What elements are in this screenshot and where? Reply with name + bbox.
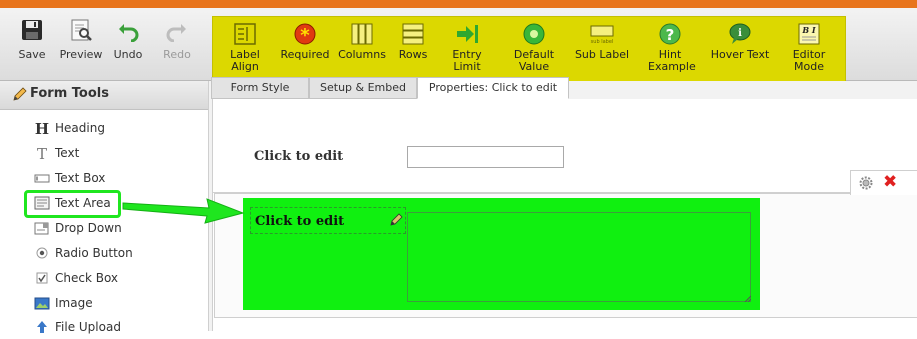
- default-value-label: Default Value: [513, 48, 555, 73]
- svg-text:?: ?: [666, 26, 675, 44]
- hover-text-label: Hover Text: [710, 48, 770, 61]
- textbox-icon: [34, 174, 50, 183]
- editor-mode-label: Editor Mode: [792, 48, 826, 73]
- sub-label-button[interactable]: sub label Sub Label: [569, 17, 635, 81]
- sub-label-label: Sub Label: [574, 48, 630, 61]
- tab-form-style[interactable]: Form Style: [211, 77, 309, 99]
- entry-limit-icon: [457, 25, 478, 43]
- columns-button[interactable]: Columns: [337, 17, 387, 81]
- label-align-label: Label Align: [230, 48, 260, 73]
- default-value-button[interactable]: Default Value: [503, 17, 565, 81]
- undo-icon: [119, 24, 139, 42]
- file-upload-icon: [37, 321, 47, 333]
- hint-question-icon: ?: [659, 23, 681, 45]
- entry-limit-label: Entry Limit: [452, 48, 482, 73]
- top-accent-bar: [0, 0, 917, 8]
- tool-text-box-label: Text Box: [55, 171, 106, 185]
- pencil-icon: [13, 87, 27, 101]
- tool-file-upload-label: File Upload: [55, 320, 121, 334]
- tool-radio-button-label: Radio Button: [55, 246, 133, 260]
- rows-label: Rows: [398, 48, 428, 61]
- floppy-disk-icon: [22, 20, 42, 40]
- undo-button[interactable]: Undo: [108, 8, 148, 80]
- label-align-icon: [234, 23, 256, 45]
- columns-label: Columns: [338, 48, 386, 61]
- question-1-label[interactable]: Click to edit: [254, 149, 343, 164]
- redo-button[interactable]: Redo: [156, 8, 198, 80]
- required-asterisk-icon: *: [294, 23, 316, 46]
- resize-grip-icon[interactable]: [743, 294, 751, 302]
- tool-text-label: Text: [55, 146, 80, 160]
- editor-mode-icon-text: B I: [801, 25, 816, 35]
- question-2-textarea[interactable]: [407, 212, 751, 302]
- tool-check-box-label: Check Box: [55, 271, 119, 285]
- dropdown-icon: [34, 222, 49, 235]
- editor-mode-icon: B I: [798, 23, 820, 45]
- hint-example-button[interactable]: ? Hint Example: [639, 17, 701, 81]
- checkbox-icon: [36, 272, 48, 284]
- sub-label-icon: sub label: [590, 25, 614, 45]
- save-button[interactable]: Save: [10, 8, 54, 80]
- hint-example-label: Hint Example: [648, 48, 696, 73]
- properties-toolbar-group: Label Align * Required Columns Rows Entr…: [212, 16, 846, 82]
- redo-label: Redo: [163, 48, 191, 61]
- form-tools-title: Form Tools: [30, 86, 109, 101]
- tool-drop-down-label: Drop Down: [55, 221, 122, 235]
- columns-icon: [351, 23, 373, 45]
- save-label: Save: [18, 48, 46, 61]
- editor-mode-button[interactable]: B I Editor Mode: [777, 17, 841, 81]
- tool-image-label: Image: [55, 296, 93, 310]
- tool-text-area-label: Text Area: [55, 196, 111, 210]
- svg-text:T: T: [37, 145, 47, 161]
- gear-icon[interactable]: [859, 176, 873, 190]
- radio-button-icon: [36, 247, 48, 259]
- default-value-icon: [523, 23, 545, 45]
- rows-icon: [402, 23, 424, 45]
- required-label: Required: [280, 48, 330, 61]
- question-2-label[interactable]: Click to edit: [255, 214, 344, 229]
- drag-arrow-icon: [122, 198, 245, 224]
- image-icon: [34, 297, 50, 310]
- rows-button[interactable]: Rows: [393, 17, 433, 81]
- heading-icon: H: [35, 120, 49, 136]
- question-1-textbox[interactable]: [407, 146, 564, 168]
- svg-text:H: H: [35, 120, 49, 136]
- question-tools: ✖: [850, 170, 917, 195]
- main-toolbar: Save Preview Undo Redo Label Align * Req…: [0, 8, 917, 82]
- redo-icon: [166, 24, 186, 42]
- svg-text:i: i: [738, 28, 742, 39]
- tool-heading-label: Heading: [55, 121, 105, 135]
- form-tools-header: Form Tools: [0, 81, 208, 110]
- preview-label: Preview: [59, 48, 103, 61]
- textarea-icon: [34, 196, 50, 210]
- preview-button[interactable]: Preview: [58, 8, 104, 80]
- sub-label-icon-text: sub label: [591, 39, 614, 45]
- editor-tabs: Form Style Setup & Embed Properties: Cli…: [209, 77, 917, 99]
- svg-text:*: *: [300, 25, 310, 46]
- undo-label: Undo: [113, 48, 143, 61]
- edit-pencil-icon[interactable]: [389, 213, 403, 227]
- label-align-button[interactable]: Label Align: [215, 17, 275, 81]
- preview-icon: [71, 19, 92, 41]
- text-icon: T: [37, 145, 47, 161]
- delete-question-icon[interactable]: ✖: [883, 174, 897, 191]
- hover-text-button[interactable]: i Hover Text: [709, 17, 771, 81]
- required-button[interactable]: * Required: [279, 17, 331, 81]
- tab-setup-embed[interactable]: Setup & Embed: [309, 77, 417, 99]
- hover-text-bubble-icon: i: [729, 23, 751, 44]
- tab-properties[interactable]: Properties: Click to edit: [417, 77, 569, 99]
- entry-limit-button[interactable]: Entry Limit: [437, 17, 497, 81]
